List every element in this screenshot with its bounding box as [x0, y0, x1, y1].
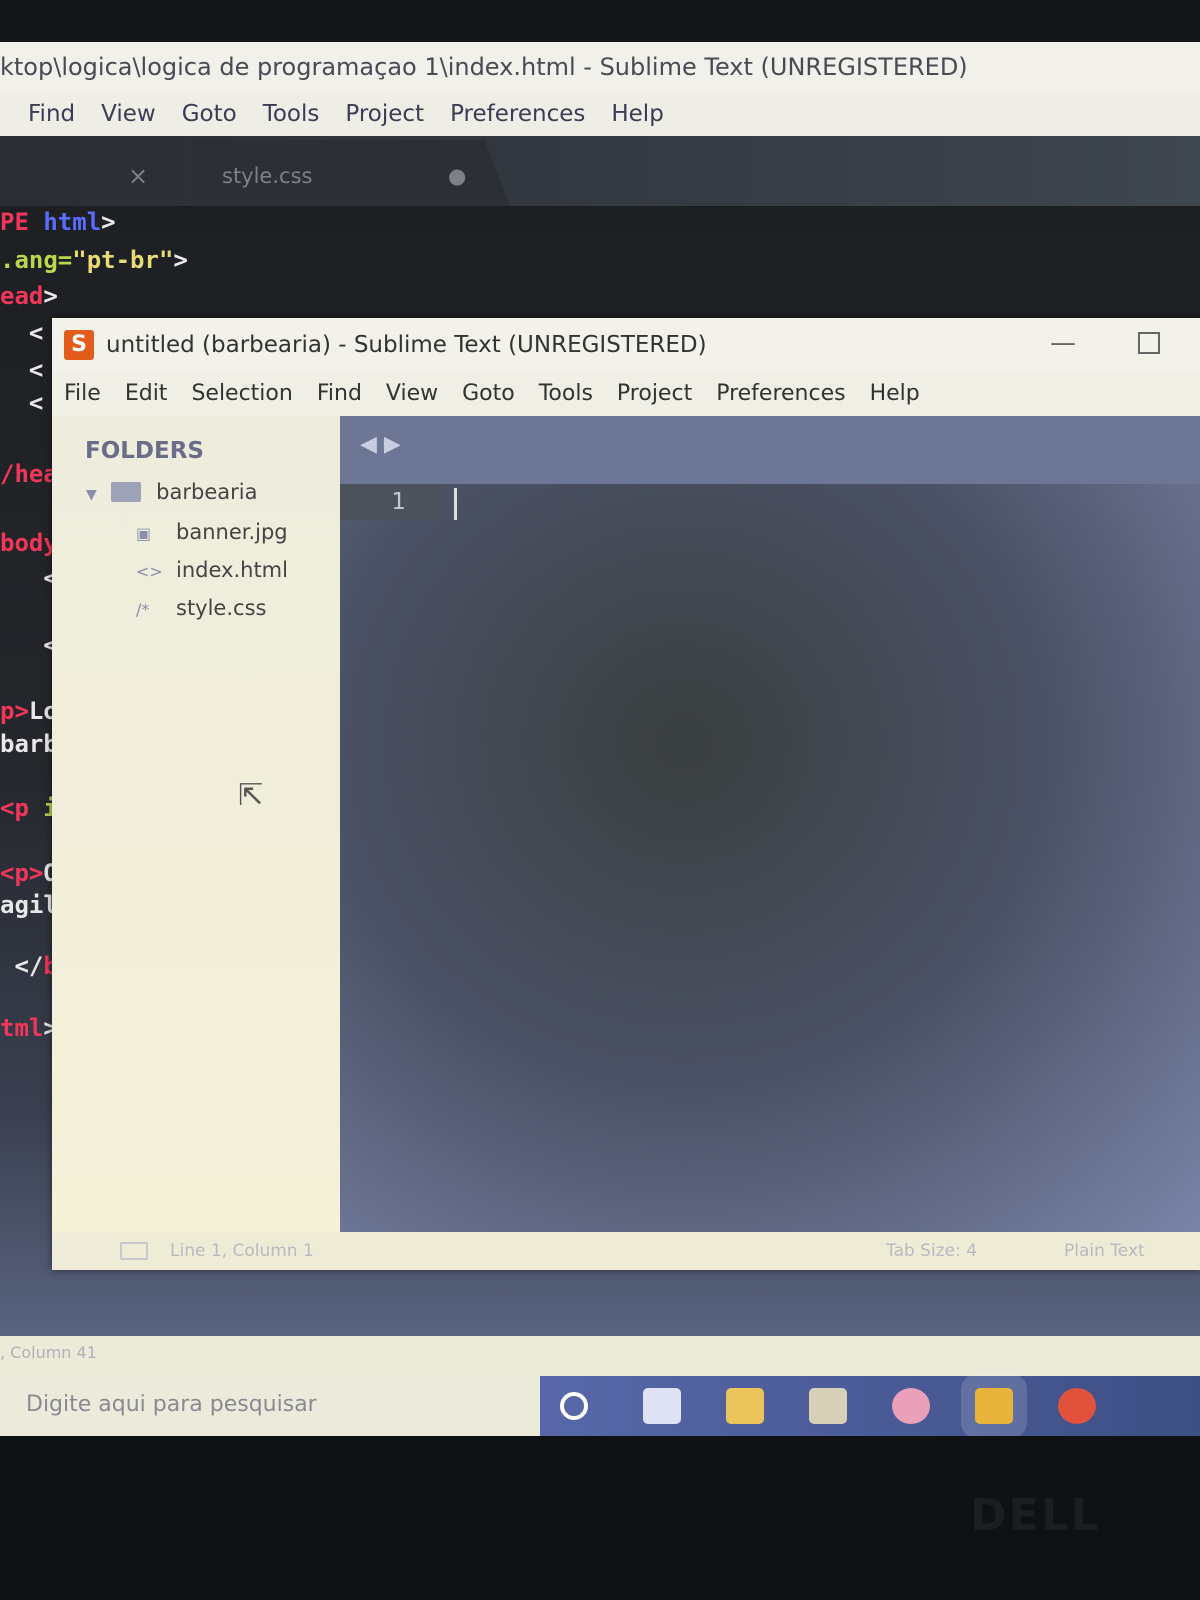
- code-token: <p>: [0, 859, 44, 887]
- sidebar: FOLDERS ▼ barbearia ▣ banner.jpg <> index.h…: [52, 416, 340, 1232]
- code-line: <: [0, 389, 43, 417]
- code-token: PE: [0, 208, 44, 236]
- code-token: tml: [0, 1014, 44, 1042]
- code-token: <: [0, 356, 44, 384]
- folders-header: FOLDERS: [85, 438, 204, 464]
- menu-bar: File Edit Selection Find View Goto Tools Projec…: [52, 372, 1200, 416]
- window-title: untitled (barbearia) - Sublime Text (UNR…: [52, 318, 1200, 372]
- menu-item-view[interactable]: View: [101, 101, 156, 127]
- menu-item-goto[interactable]: Goto: [182, 101, 237, 127]
- folder-name: barbearia: [156, 480, 258, 504]
- chrome-icon[interactable]: [1058, 1388, 1096, 1424]
- menu-item-edit[interactable]: Edit: [125, 381, 168, 406]
- folder-icon: [111, 482, 142, 502]
- code-line: ead>: [0, 282, 58, 310]
- code-token: <p: [0, 794, 44, 822]
- status-bar: Line 1, Column 1 Tab Size: 4 Plain Text: [100, 1232, 1200, 1270]
- code-token: ead: [0, 282, 44, 310]
- mouse-pointer-icon: ⇱: [238, 778, 264, 813]
- background-menu-bar: Find View Goto Tools Project Preferences Help: [0, 92, 1200, 136]
- sublime-window: untitled (barbearia) - Sublime Text (UNR…: [52, 318, 1200, 1270]
- tab-style-css[interactable]: style.css ●: [190, 140, 510, 206]
- code-token: p>: [0, 697, 29, 725]
- status-position: , Column 41: [0, 1343, 97, 1362]
- menu-item-help[interactable]: Help: [870, 381, 920, 406]
- sublime-logo-icon: S: [64, 330, 94, 360]
- background-tab-bar: [0, 136, 1200, 206]
- menu-item-goto[interactable]: Goto: [462, 381, 515, 406]
- code-line: PE html>: [0, 208, 116, 236]
- code-line: <: [0, 631, 58, 659]
- file-banner-jpg[interactable]: ▣ banner.jpg: [136, 520, 288, 544]
- menu-item-tools[interactable]: Tools: [539, 381, 593, 406]
- file-name: index.html: [176, 558, 288, 582]
- taskbar-search[interactable]: Digite aqui para pesquisar: [0, 1376, 540, 1436]
- cortana-icon[interactable]: [560, 1392, 588, 1420]
- minimize-button[interactable]: —: [1050, 318, 1080, 372]
- status-position: Line 1, Column 1: [170, 1241, 314, 1261]
- file-index-html[interactable]: <> index.html: [136, 558, 288, 582]
- menu-item-project[interactable]: Project: [617, 381, 692, 406]
- syntax[interactable]: Plain Text: [1064, 1232, 1145, 1270]
- taskbar-icons: [540, 1376, 1200, 1436]
- code-token: "pt-br": [72, 246, 174, 274]
- code-token: >: [173, 246, 188, 274]
- file-explorer-icon[interactable]: [726, 1388, 764, 1424]
- code-token: <: [0, 631, 58, 659]
- sublime-text-icon[interactable]: [975, 1388, 1013, 1424]
- menu-item-preferences[interactable]: Preferences: [450, 101, 585, 127]
- task-view-icon[interactable]: [643, 1388, 681, 1424]
- line-number: 1: [340, 484, 444, 520]
- menu-item-help[interactable]: Help: [611, 101, 663, 127]
- menu-item-find[interactable]: Find: [28, 101, 75, 127]
- code-token: <: [0, 389, 44, 417]
- file-style-css[interactable]: /* style.css: [136, 596, 266, 620]
- code-token: .ang=: [0, 246, 73, 274]
- menu-item-tools[interactable]: Tools: [263, 101, 320, 127]
- background-window-title: ktop\logica\logica de programaçao 1\inde…: [0, 42, 1200, 92]
- code-line: <: [0, 564, 58, 592]
- background-status-bar: , Column 41: [0, 1336, 1200, 1378]
- code-token: >: [101, 208, 116, 236]
- tab-nav-arrows-icon[interactable]: ◀ ▶: [360, 432, 401, 457]
- code-icon: <>: [136, 562, 163, 581]
- menu-item-view[interactable]: View: [386, 381, 438, 406]
- menu-item-find[interactable]: Find: [317, 381, 362, 406]
- code-line: .ang="pt-br">: [0, 246, 188, 274]
- folder-barbearia[interactable]: ▼ barbearia: [86, 480, 257, 504]
- maximize-button[interactable]: [1138, 332, 1160, 354]
- store-icon[interactable]: [809, 1388, 847, 1424]
- image-icon: ▣: [136, 524, 152, 543]
- tab-size[interactable]: Tab Size: 4: [886, 1232, 977, 1270]
- menu-item-file[interactable]: File: [64, 381, 101, 406]
- comment-icon: /*: [136, 600, 150, 619]
- tab-label: style.css: [222, 164, 313, 188]
- itunes-icon[interactable]: [892, 1388, 930, 1424]
- code-token: </: [0, 952, 44, 980]
- editor-tab-bar: [340, 416, 1200, 484]
- expand-arrow-icon: ▼: [86, 487, 97, 503]
- code-token: <: [0, 319, 44, 347]
- dell-logo: DELL: [970, 1490, 1101, 1541]
- menu-item-project[interactable]: Project: [345, 101, 424, 127]
- code-line: <: [0, 356, 43, 384]
- code-line: tml>: [0, 1014, 58, 1042]
- console-toggle-icon[interactable]: [120, 1242, 148, 1260]
- tab-close-button[interactable]: ×: [128, 140, 168, 206]
- code-token: >: [43, 282, 58, 310]
- code-line: p>Lo: [0, 697, 58, 725]
- taskbar: Digite aqui para pesquisar: [0, 1376, 1200, 1436]
- modified-dot-icon: ●: [448, 164, 467, 188]
- text-cursor: [454, 488, 457, 520]
- file-name: style.css: [176, 596, 267, 620]
- code-token: <: [0, 564, 58, 592]
- editor-area[interactable]: ◀ ▶ 1: [340, 416, 1200, 1232]
- code-token: html: [43, 208, 102, 236]
- screen-bezel-top: [0, 0, 1200, 42]
- menu-item-preferences[interactable]: Preferences: [716, 381, 845, 406]
- menu-item-selection[interactable]: Selection: [191, 381, 292, 406]
- file-name: banner.jpg: [176, 520, 288, 544]
- code-line: <: [0, 319, 43, 347]
